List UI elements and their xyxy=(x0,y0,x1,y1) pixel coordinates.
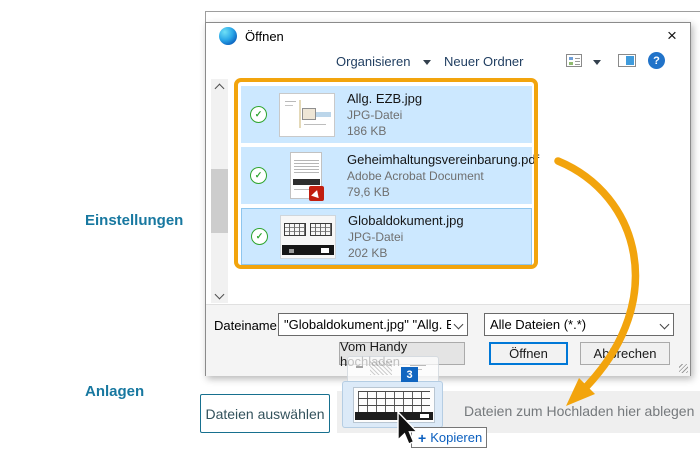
scroll-down-icon[interactable] xyxy=(211,288,228,303)
file-row-globaldokument[interactable]: ✓ Globaldokument.jpg JPG-Datei 202 KB xyxy=(241,208,532,265)
file-name: Allg. EZB.jpg xyxy=(347,91,422,107)
preview-pane-icon[interactable] xyxy=(618,54,636,67)
filename-value: "Globaldokument.jpg" "Allg. EZB xyxy=(284,317,451,332)
file-thumbnail xyxy=(280,215,336,259)
organize-caret-icon[interactable] xyxy=(423,60,431,65)
file-list-scrollbar[interactable] xyxy=(211,79,228,303)
file-name: Globaldokument.jpg xyxy=(348,213,464,229)
backdrop-window-top-edge xyxy=(205,11,700,12)
plus-icon: + xyxy=(418,430,426,446)
choose-files-label: Dateien auswählen xyxy=(205,406,324,422)
resize-grip[interactable] xyxy=(679,364,688,373)
dropzone-hint-text: Dateien zum Hochladen hier ablegen xyxy=(464,403,694,419)
file-type: Adobe Acrobat Document xyxy=(347,168,539,184)
chevron-down-icon[interactable] xyxy=(454,320,464,330)
selected-check-icon: ✓ xyxy=(251,228,268,245)
file-row-allg-ezb[interactable]: ✓ Allg. EZB.jpg JPG-Datei 186 KB xyxy=(241,86,532,143)
scroll-up-icon[interactable] xyxy=(211,79,228,94)
file-size: 202 KB xyxy=(348,245,464,261)
filename-combobox[interactable]: "Globaldokument.jpg" "Allg. EZB xyxy=(278,313,468,336)
help-icon[interactable]: ? xyxy=(648,52,665,69)
file-thumbnail xyxy=(279,93,335,137)
file-type: JPG-Datei xyxy=(347,107,422,123)
filename-label: Dateiname: xyxy=(214,318,280,333)
selected-check-icon: ✓ xyxy=(250,106,267,123)
section-heading-settings: Einstellungen xyxy=(85,212,183,229)
copy-tooltip-label: Kopieren xyxy=(430,430,482,445)
drag-ghost-back-thumbnail xyxy=(347,356,439,382)
change-view-icon[interactable] xyxy=(566,54,582,67)
drag-count-badge: 3 xyxy=(401,367,418,382)
organize-menu-button[interactable]: Organisieren xyxy=(336,54,410,69)
file-thumbnail xyxy=(279,154,335,198)
new-folder-button[interactable]: Neuer Ordner xyxy=(444,54,523,69)
edge-browser-icon xyxy=(219,27,237,45)
drag-ghost-thumbnail xyxy=(342,381,443,428)
open-button[interactable]: Öffnen xyxy=(489,342,568,365)
open-file-dialog: Öffnen × Organisieren Neuer Ordner ? ✓ A… xyxy=(205,22,691,376)
pdf-icon xyxy=(309,186,324,201)
choose-files-button[interactable]: Dateien auswählen xyxy=(200,394,330,433)
dialog-title: Öffnen xyxy=(245,29,284,44)
file-size: 79,6 KB xyxy=(347,184,539,200)
section-heading-attachments: Anlagen xyxy=(85,383,144,400)
close-icon[interactable]: × xyxy=(658,25,686,47)
building-section-thumbnail xyxy=(353,387,435,423)
view-caret-icon[interactable] xyxy=(593,60,601,65)
chevron-down-icon[interactable] xyxy=(660,320,670,330)
file-row-geheimhaltungsvereinbarung[interactable]: ✓ Geheimhaltungsvereinbarung.pdf Adobe A… xyxy=(241,147,532,204)
file-size: 186 KB xyxy=(347,123,422,139)
drag-copy-tooltip: + Kopieren xyxy=(411,427,487,448)
file-type: JPG-Datei xyxy=(348,229,464,245)
selected-check-icon: ✓ xyxy=(250,167,267,184)
file-name: Geheimhaltungsvereinbarung.pdf xyxy=(347,152,539,168)
filetype-select[interactable]: Alle Dateien (*.*) xyxy=(484,313,674,336)
cancel-button[interactable]: Abbrechen xyxy=(580,342,670,365)
dialog-titlebar[interactable]: Öffnen × xyxy=(206,23,690,49)
scrollbar-thumb[interactable] xyxy=(211,169,228,233)
filetype-value: Alle Dateien (*.*) xyxy=(490,317,586,332)
